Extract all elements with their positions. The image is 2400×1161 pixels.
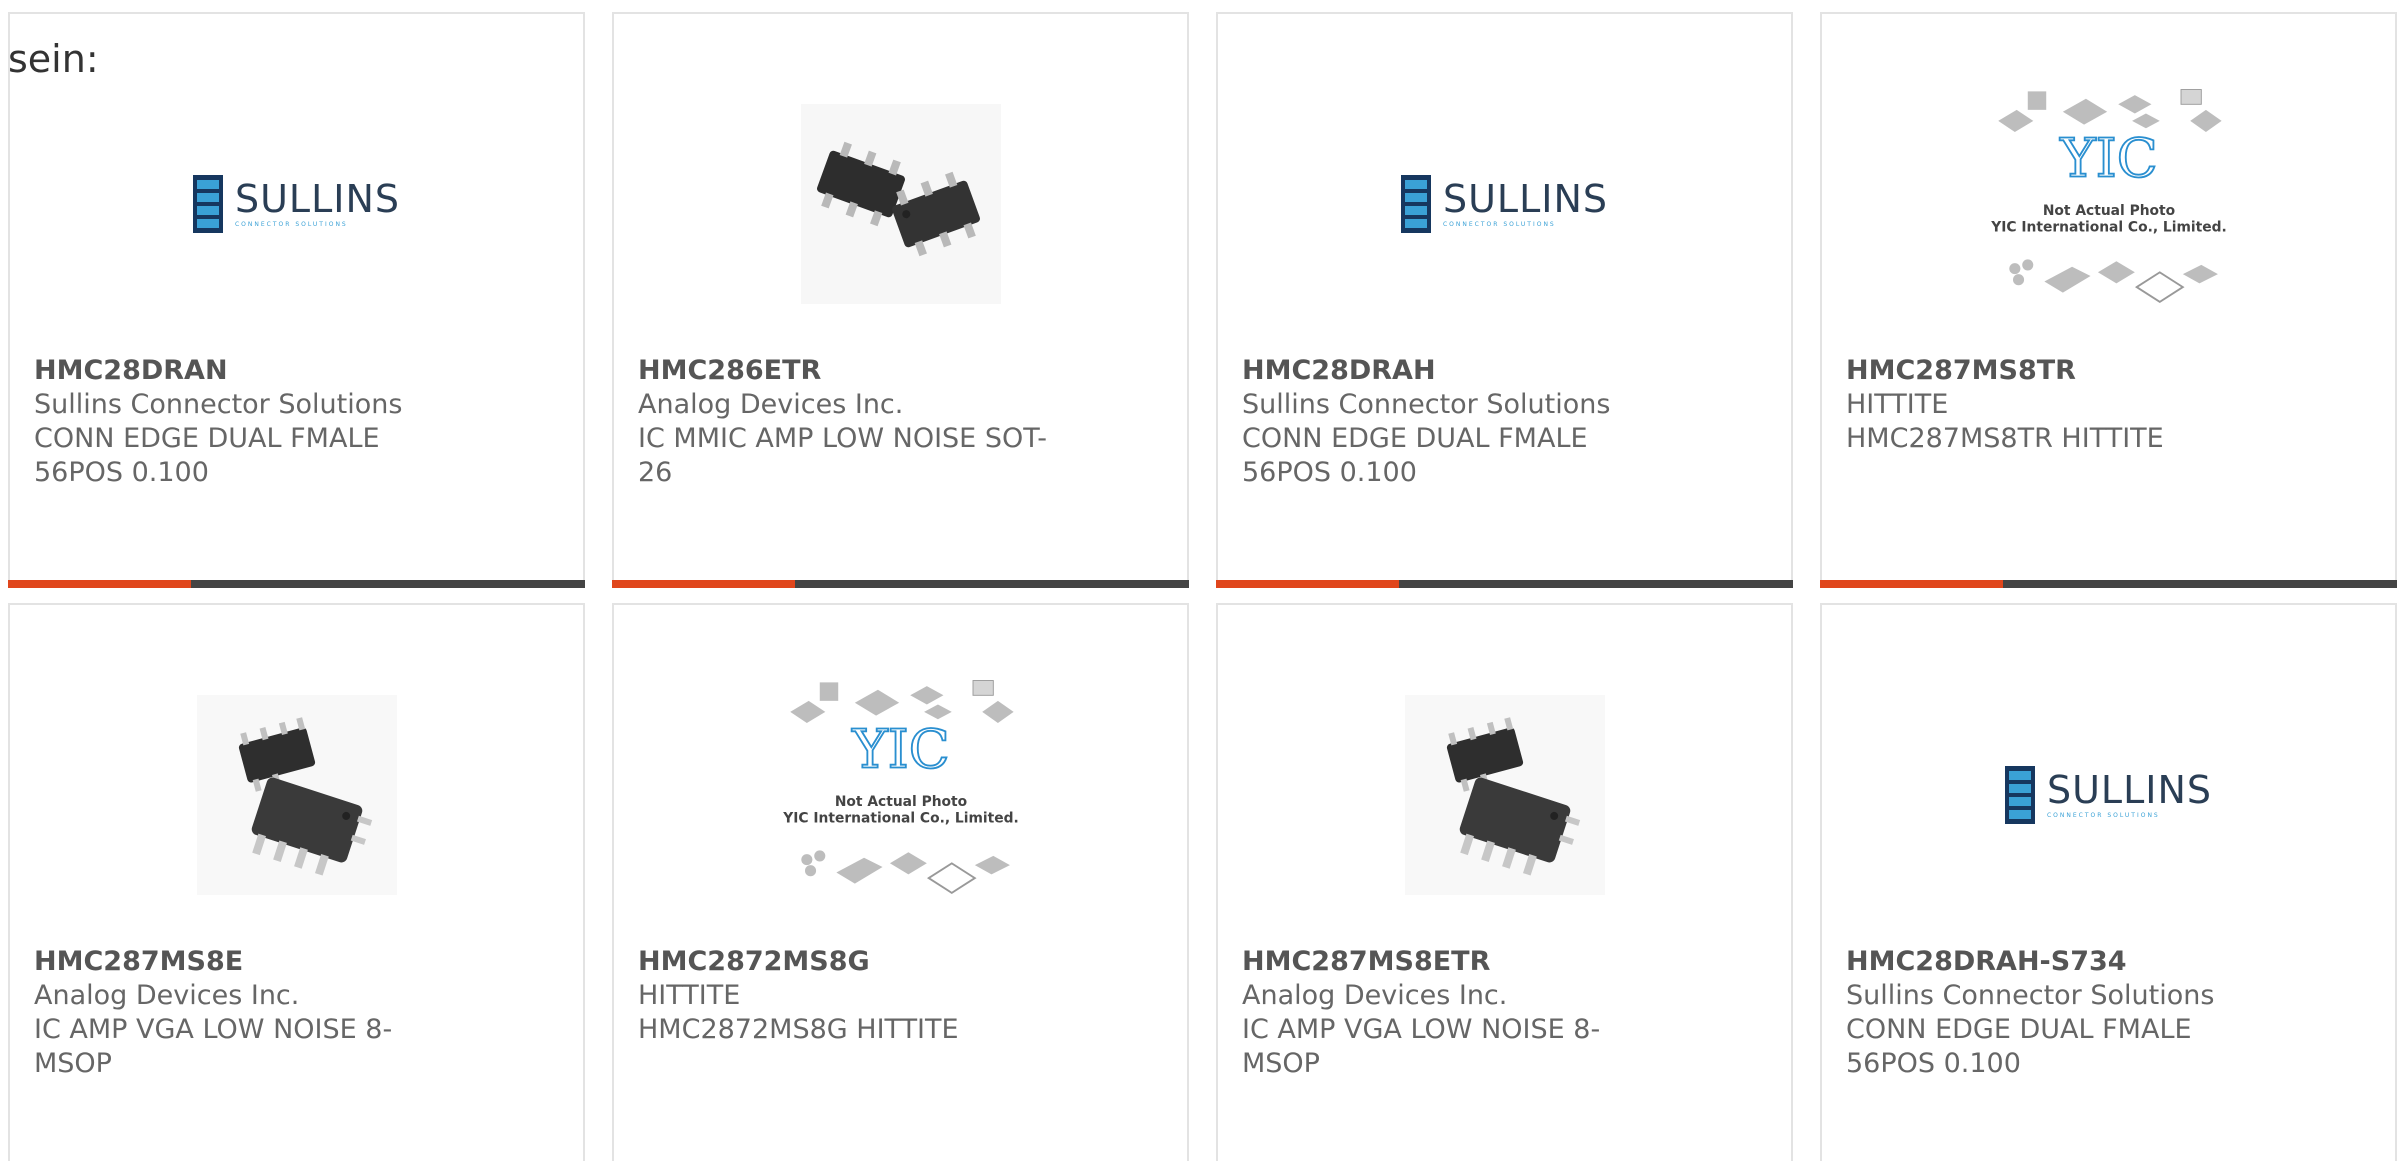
manufacturer: Analog Devices Inc. (1242, 980, 1508, 1011)
product-image[interactable]: SULLINS CONNECTOR SOLUTIONS (1822, 665, 2395, 925)
part-number-link[interactable]: HMC287MS8ETR (1242, 945, 1671, 979)
sullins-logo-word: SULLINS (1442, 177, 1609, 221)
card-accent-bar (1820, 580, 2397, 588)
product-card[interactable]: YIC Not Actual Photo YIC International C… (1820, 12, 2397, 588)
manufacturer: HITTITE (638, 980, 741, 1011)
description: IC MMIC AMP LOW NOISE SOT-26 (638, 423, 1047, 488)
product-info: HMC287MS8ETR Analog Devices Inc. IC AMP … (1242, 945, 1671, 1081)
yic-caption-line-2: YIC International Co., Limited. (782, 811, 1018, 827)
sullins-logo-mark (1400, 175, 1431, 233)
part-number-link[interactable]: HMC28DRAN (34, 354, 463, 388)
manufacturer: Sullins Connector Solutions (1846, 980, 2215, 1011)
product-card[interactable]: HMC287MS8ETR Analog Devices Inc. IC AMP … (1216, 603, 1793, 1161)
product-image[interactable]: SULLINS CONNECTOR SOLUTIONS (10, 74, 583, 334)
description: IC AMP VGA LOW NOISE 8-MSOP (34, 1014, 393, 1079)
sullins-logo-word: SULLINS (234, 177, 401, 221)
sullins-logo-tagline: CONNECTOR SOLUTIONS (2046, 812, 2160, 819)
sullins-logo-tagline: CONNECTOR SOLUTIONS (1442, 221, 1556, 228)
product-image[interactable]: SULLINS CONNECTOR SOLUTIONS (1218, 74, 1791, 334)
product-info: HMC28DRAH-S734 Sullins Connector Solutio… (1846, 945, 2275, 1081)
yic-mark: YIC (2059, 126, 2157, 189)
product-info: HMC28DRAN Sullins Connector Solutions CO… (34, 354, 463, 490)
yic-placeholder-icon: YIC Not Actual Photo YIC International C… (1990, 89, 2226, 303)
product-card[interactable]: SULLINS CONNECTOR SOLUTIONS HMC28DRAH-S7… (1820, 603, 2397, 1161)
manufacturer: Analog Devices Inc. (34, 980, 300, 1011)
product-info: HMC286ETR Analog Devices Inc. IC MMIC AM… (638, 354, 1067, 490)
yic-placeholder-icon: YIC Not Actual Photo YIC International C… (782, 680, 1018, 894)
description: IC AMP VGA LOW NOISE 8-MSOP (1242, 1014, 1601, 1079)
yic-caption-line-1: Not Actual Photo (834, 794, 966, 810)
description: HMC287MS8TR HITTITE (1846, 423, 2164, 454)
manufacturer: Sullins Connector Solutions (34, 389, 403, 420)
product-card[interactable]: YIC Not Actual Photo YIC International C… (612, 603, 1189, 1161)
sot26-chip-icon (800, 104, 1001, 304)
product-info: HMC2872MS8G HITTITE HMC2872MS8G HITTITE (638, 945, 1067, 1047)
product-info: HMC28DRAH Sullins Connector Solutions CO… (1242, 354, 1671, 490)
product-image[interactable]: YIC Not Actual Photo YIC International C… (614, 645, 1187, 945)
product-image[interactable] (10, 665, 583, 925)
sullins-logo-mark (2004, 766, 2035, 824)
part-number-link[interactable]: HMC2872MS8G (638, 945, 1067, 979)
product-image[interactable]: YIC Not Actual Photo YIC International C… (1822, 54, 2395, 354)
product-card[interactable]: HMC286ETR Analog Devices Inc. IC MMIC AM… (612, 12, 1189, 588)
sullins-logo: SULLINS CONNECTOR SOLUTIONS (192, 175, 401, 233)
card-accent-bar (612, 580, 1189, 588)
product-info: HMC287MS8E Analog Devices Inc. IC AMP VG… (34, 945, 463, 1081)
product-grid: SULLINS CONNECTOR SOLUTIONS HMC28DRAN Su… (8, 12, 2400, 1161)
product-image[interactable] (614, 74, 1187, 334)
sullins-logo-mark (192, 175, 223, 233)
card-accent-bar (8, 580, 585, 588)
card-accent-bar (1216, 580, 1793, 588)
product-grid-page: sein: SULLINS CONNECTOR SOLUTIONS HMC28D… (0, 0, 2400, 1161)
description: CONN EDGE DUAL FMALE 56POS 0.100 (1846, 1014, 2192, 1079)
part-number-link[interactable]: HMC28DRAH (1242, 354, 1671, 388)
product-card[interactable]: SULLINS CONNECTOR SOLUTIONS HMC28DRAH Su… (1216, 12, 1793, 588)
product-info: HMC287MS8TR HITTITE HMC287MS8TR HITTITE (1846, 354, 2275, 456)
description: HMC2872MS8G HITTITE (638, 1014, 959, 1045)
sullins-logo: SULLINS CONNECTOR SOLUTIONS (2004, 766, 2213, 824)
yic-mark: YIC (851, 717, 949, 780)
yic-caption-line-2: YIC International Co., Limited. (1990, 220, 2226, 236)
manufacturer: Analog Devices Inc. (638, 389, 904, 420)
intro-text: sein: (8, 37, 99, 81)
part-number-link[interactable]: HMC287MS8E (34, 945, 463, 979)
msop8-chip-icon (196, 695, 397, 895)
product-card[interactable]: SULLINS CONNECTOR SOLUTIONS HMC28DRAN Su… (8, 12, 585, 588)
product-card[interactable]: HMC287MS8E Analog Devices Inc. IC AMP VG… (8, 603, 585, 1161)
msop8-chip-icon (1404, 695, 1605, 895)
part-number-link[interactable]: HMC28DRAH-S734 (1846, 945, 2275, 979)
product-image[interactable] (1218, 665, 1791, 925)
yic-caption-line-1: Not Actual Photo (2042, 203, 2174, 219)
part-number-link[interactable]: HMC286ETR (638, 354, 1067, 388)
manufacturer: Sullins Connector Solutions (1242, 389, 1611, 420)
description: CONN EDGE DUAL FMALE 56POS 0.100 (34, 423, 380, 488)
description: CONN EDGE DUAL FMALE 56POS 0.100 (1242, 423, 1588, 488)
sullins-logo: SULLINS CONNECTOR SOLUTIONS (1400, 175, 1609, 233)
sullins-logo-tagline: CONNECTOR SOLUTIONS (234, 221, 348, 228)
manufacturer: HITTITE (1846, 389, 1949, 420)
sullins-logo-word: SULLINS (2046, 768, 2213, 812)
part-number-link[interactable]: HMC287MS8TR (1846, 354, 2275, 388)
